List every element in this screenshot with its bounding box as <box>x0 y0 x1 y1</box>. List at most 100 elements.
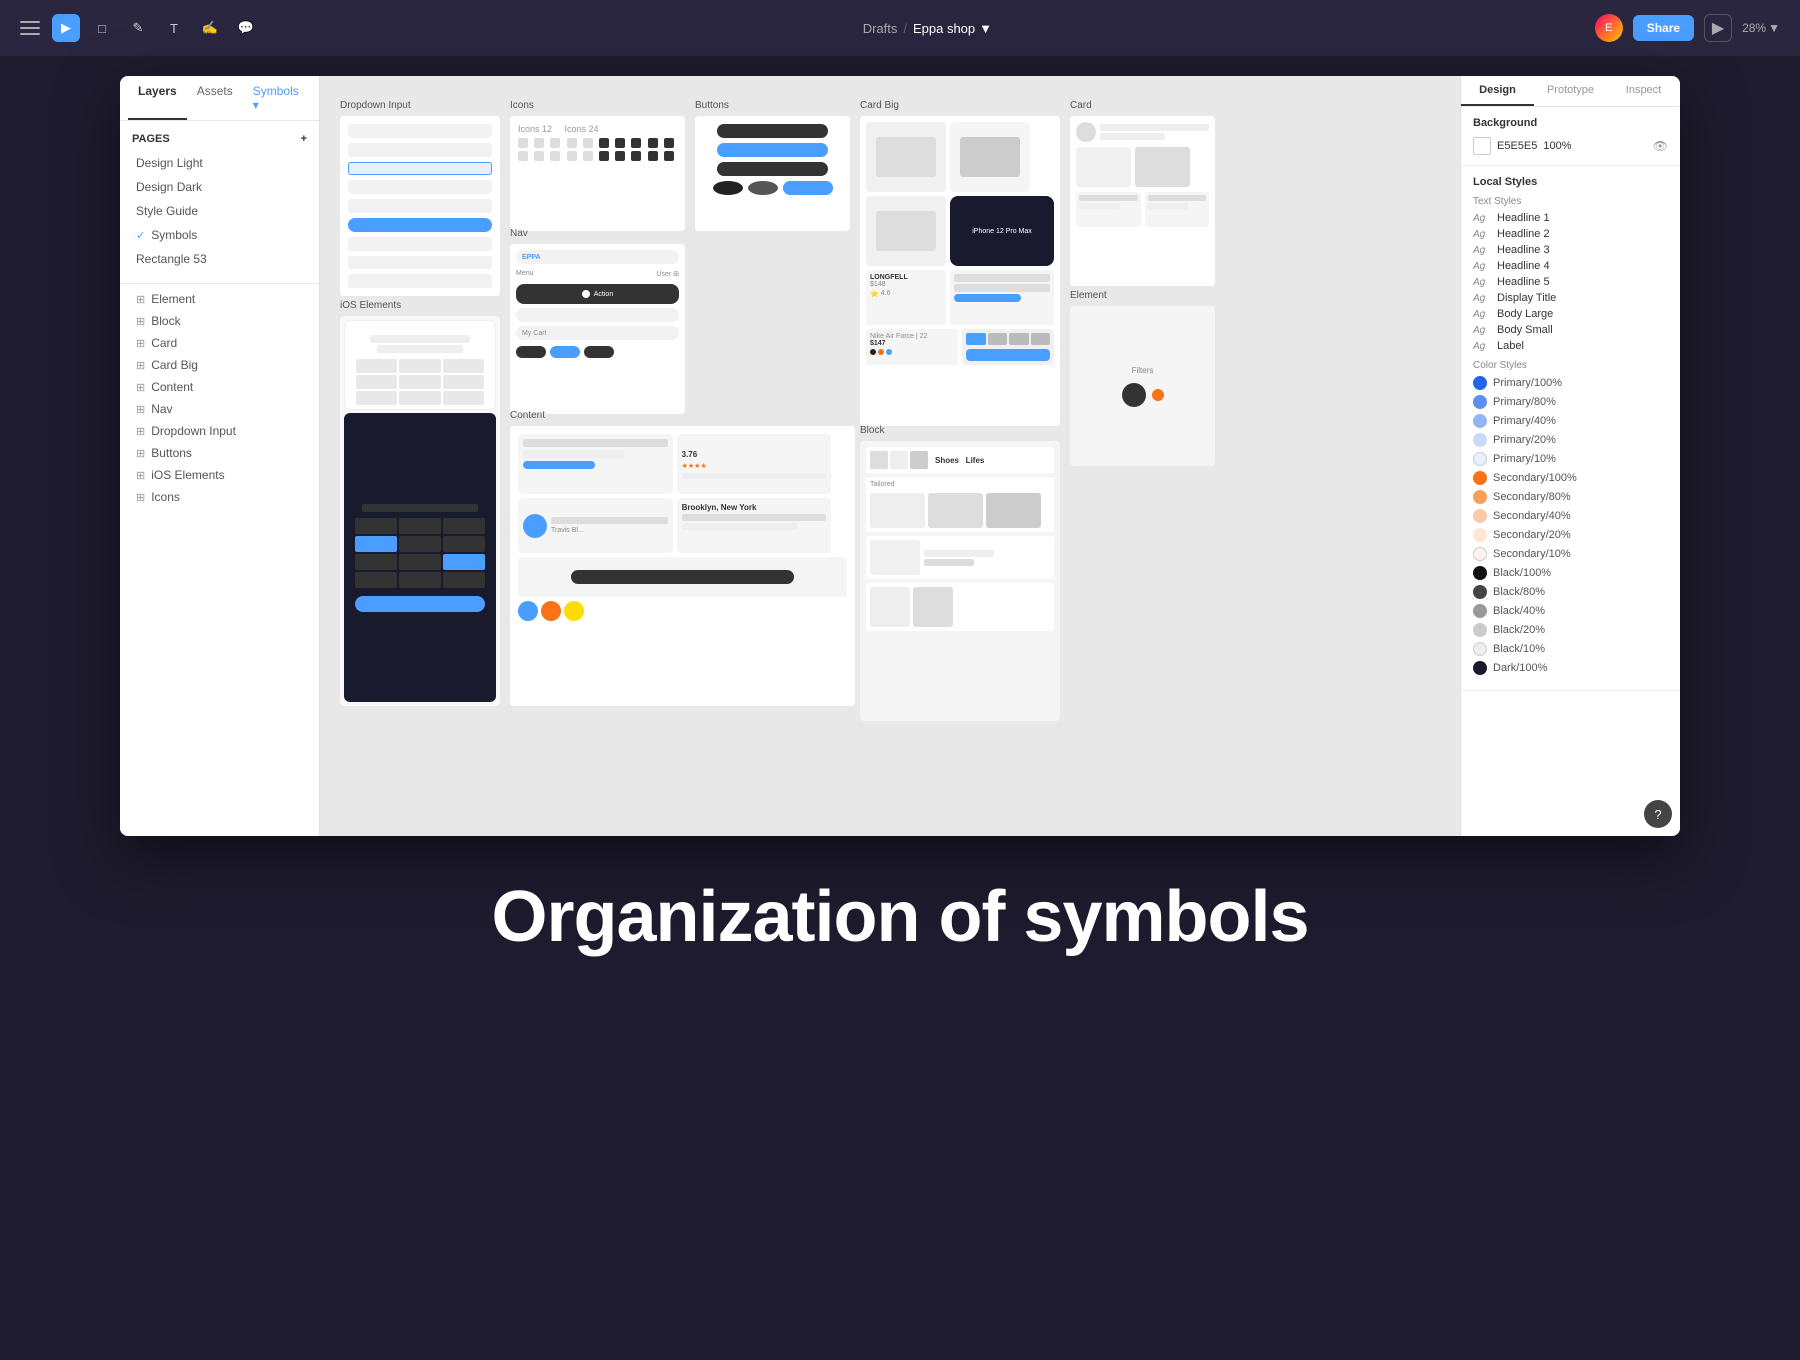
page-label: Style Guide <box>136 204 198 218</box>
color-style-primary40: Primary/40% <box>1473 414 1668 428</box>
tab-layers[interactable]: Layers <box>128 76 187 120</box>
page-item-design-dark[interactable]: Design Dark <box>120 175 319 199</box>
frame-tool-btn[interactable]: □ <box>88 14 116 42</box>
ag-icon: Ag <box>1473 293 1491 304</box>
frame-label-block: Block <box>860 425 884 436</box>
layer-ios-elements[interactable]: ⊞ iOS Elements <box>120 464 319 486</box>
tab-design[interactable]: Design <box>1461 76 1534 106</box>
layer-card-big[interactable]: ⊞ Card Big <box>120 354 319 376</box>
layer-buttons[interactable]: ⊞ Buttons <box>120 442 319 464</box>
pen-tool-btn[interactable]: ✎ <box>124 14 152 42</box>
tab-inspect[interactable]: Inspect <box>1607 76 1680 106</box>
tab-symbols[interactable]: Symbols ▾ <box>243 76 311 120</box>
bottom-text: Organization of symbols <box>491 876 1308 958</box>
page-item-style-guide[interactable]: Style Guide <box>120 199 319 223</box>
help-button[interactable]: ? <box>1644 800 1672 828</box>
color-style-dark100: Dark/100% <box>1473 661 1668 675</box>
page-item-symbols[interactable]: ✓ Symbols <box>120 223 319 247</box>
layers-list: ⊞ Element ⊞ Block ⊞ Card ⊞ Card Big ⊞ <box>120 288 319 508</box>
tab-assets[interactable]: Assets <box>187 76 243 120</box>
color-swatch[interactable] <box>1473 585 1487 599</box>
color-swatch[interactable] <box>1473 642 1487 656</box>
ts-name: Body Small <box>1497 324 1553 336</box>
color-swatch[interactable] <box>1473 414 1487 428</box>
color-label: Black/10% <box>1493 643 1668 655</box>
color-swatch[interactable] <box>1473 509 1487 523</box>
ag-icon: Ag <box>1473 341 1491 352</box>
page-item-rectangle[interactable]: Rectangle 53 <box>120 247 319 271</box>
text-tool-btn[interactable]: T <box>160 14 188 42</box>
play-button[interactable]: ▶ <box>1704 14 1732 42</box>
avatar: E <box>1595 14 1623 42</box>
color-swatch[interactable] <box>1473 452 1487 466</box>
comment-tool-btn[interactable]: 💬 <box>232 14 260 42</box>
color-swatch[interactable] <box>1473 604 1487 618</box>
layer-nav[interactable]: ⊞ Nav <box>120 398 319 420</box>
layer-block[interactable]: ⊞ Block <box>120 310 319 332</box>
hamburger-icon[interactable] <box>20 21 40 35</box>
zoom-chevron: ▼ <box>1768 21 1780 35</box>
color-label: Black/20% <box>1493 624 1668 636</box>
layer-name: Card <box>151 336 303 350</box>
page-label: Symbols <box>151 228 197 242</box>
frame-label-icons: Icons <box>510 100 534 111</box>
layer-element[interactable]: ⊞ Element <box>120 288 319 310</box>
layer-dropdown-input[interactable]: ⊞ Dropdown Input <box>120 420 319 442</box>
text-style-body-small: Ag Body Small <box>1473 324 1668 336</box>
component-icon: ⊞ <box>136 491 145 504</box>
move-tool-btn[interactable]: ▶ <box>52 14 80 42</box>
visibility-icon[interactable]: 👁 <box>1653 139 1668 153</box>
color-swatch[interactable] <box>1473 490 1487 504</box>
hand-tool-btn[interactable]: ✍ <box>196 14 224 42</box>
layer-card[interactable]: ⊞ Card <box>120 332 319 354</box>
color-swatch[interactable] <box>1473 547 1487 561</box>
frame-label-buttons: Buttons <box>695 100 729 111</box>
pages-label: Pages <box>132 133 170 145</box>
color-label: Secondary/80% <box>1493 491 1668 503</box>
color-swatch[interactable] <box>1473 528 1487 542</box>
frame-label-ios-elements: iOS Elements <box>340 300 401 311</box>
zoom-value: 28% <box>1742 21 1766 35</box>
ag-icon: Ag <box>1473 325 1491 336</box>
color-style-secondary20: Secondary/20% <box>1473 528 1668 542</box>
color-swatch[interactable] <box>1473 623 1487 637</box>
tab-prototype[interactable]: Prototype <box>1534 76 1607 106</box>
project-name[interactable]: Eppa shop ▼ <box>913 21 992 36</box>
color-swatch[interactable] <box>1473 661 1487 675</box>
ag-icon: Ag <box>1473 213 1491 224</box>
color-style-secondary100: Secondary/100% <box>1473 471 1668 485</box>
layer-name: Dropdown Input <box>151 424 303 438</box>
layer-name: Nav <box>151 402 303 416</box>
color-swatch[interactable] <box>1473 471 1487 485</box>
frame-content: Content 3.76 ★★★★ <box>510 426 855 706</box>
drafts-label[interactable]: Drafts <box>863 21 898 36</box>
color-style-black100: Black/100% <box>1473 566 1668 580</box>
background-swatch[interactable] <box>1473 137 1491 155</box>
layer-icons[interactable]: ⊞ Icons <box>120 486 319 508</box>
ts-name: Headline 3 <box>1497 244 1550 256</box>
color-swatch[interactable] <box>1473 395 1487 409</box>
color-swatch[interactable] <box>1473 433 1487 447</box>
zoom-control[interactable]: 28% ▼ <box>1742 21 1780 35</box>
color-label: Primary/80% <box>1493 396 1668 408</box>
component-icon: ⊞ <box>136 315 145 328</box>
right-panel: Design Prototype Inspect Background E5E5… <box>1460 76 1680 836</box>
frame-icons: Icons Icons 12 Icons 24 <box>510 116 685 231</box>
chevron-down-icon: ▼ <box>979 21 992 36</box>
top-bar-left: ▶ □ ✎ T ✍ 💬 <box>20 14 260 42</box>
ts-name: Headline 2 <box>1497 228 1550 240</box>
color-swatch[interactable] <box>1473 566 1487 580</box>
component-icon: ⊞ <box>136 381 145 394</box>
ts-name: Label <box>1497 340 1524 352</box>
component-icon: ⊞ <box>136 293 145 306</box>
frame-label-card: Card <box>1070 100 1092 111</box>
canvas[interactable]: Dropdown Input Icons <box>320 76 1460 836</box>
breadcrumb: Drafts / Eppa shop ▼ <box>863 21 992 36</box>
layer-content[interactable]: ⊞ Content <box>120 376 319 398</box>
text-style-headline5: Ag Headline 5 <box>1473 276 1668 288</box>
add-page-button[interactable]: + <box>301 133 307 145</box>
page-item-design-light[interactable]: Design Light <box>120 151 319 175</box>
color-swatch[interactable] <box>1473 376 1487 390</box>
frame-ios-elements: iOS Elements <box>340 316 500 706</box>
share-button[interactable]: Share <box>1633 15 1694 41</box>
